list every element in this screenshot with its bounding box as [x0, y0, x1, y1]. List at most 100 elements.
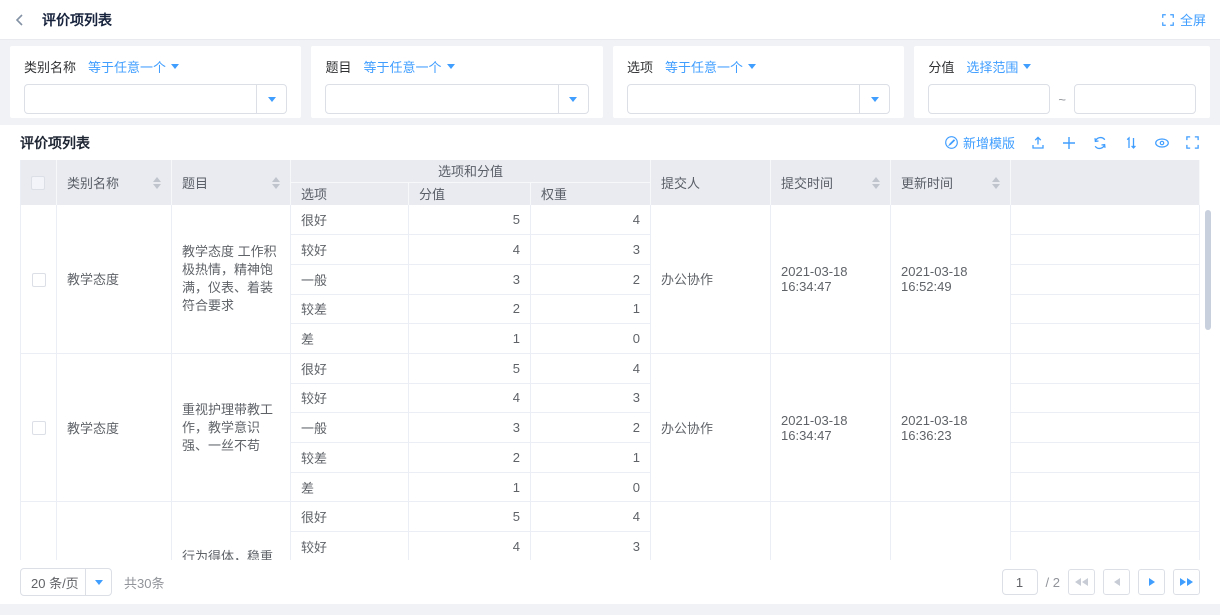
sort-icon[interactable]: [272, 177, 280, 189]
submitter-cell: [651, 502, 771, 560]
header-update-time[interactable]: 更新时间: [891, 160, 1011, 205]
weight-cell: 1: [531, 443, 651, 473]
empty-cell: [1011, 443, 1200, 473]
last-page-button[interactable]: [1173, 569, 1200, 595]
empty-cell: [1011, 294, 1200, 324]
row-checkbox[interactable]: [32, 273, 46, 287]
option-cell: 较差: [291, 443, 409, 473]
empty-cell: [1011, 264, 1200, 294]
filter-card-score: 分值 选择范围 ~: [914, 46, 1210, 118]
header-option: 选项: [291, 182, 409, 205]
prev-page-button[interactable]: [1103, 569, 1130, 595]
weight-cell: 4: [531, 502, 651, 532]
filter-label: 选项: [627, 57, 653, 76]
filter-operator-dropdown[interactable]: 选择范围: [966, 57, 1031, 76]
option-cell: 一般: [291, 413, 409, 443]
empty-cell: [1011, 383, 1200, 413]
header-options-group: 选项和分值: [291, 160, 651, 182]
upload-icon[interactable]: [1030, 135, 1046, 151]
fullscreen-button[interactable]: 全屏: [1161, 10, 1206, 29]
weight-cell: 4: [531, 205, 651, 235]
score-cell: 3: [409, 264, 531, 294]
header-checkbox-cell: [21, 160, 57, 205]
weight-cell: 3: [531, 532, 651, 560]
option-cell: 很好: [291, 205, 409, 235]
select-all-checkbox[interactable]: [31, 176, 45, 190]
empty-cell: [1011, 235, 1200, 265]
filter-card-question: 题目 等于任意一个: [311, 46, 602, 118]
page-size-select[interactable]: 20 条/页: [20, 568, 112, 596]
visibility-icon[interactable]: [1154, 135, 1170, 151]
fullscreen-icon: [1161, 13, 1175, 27]
new-template-button[interactable]: 新增模版: [944, 133, 1015, 152]
table-row: 教学态度 教学态度 工作积极热情，精神饱满，仪表、着装符合要求 很好 5 4 办…: [21, 205, 1200, 235]
score-cell: 3: [409, 413, 531, 443]
score-cell: 1: [409, 324, 531, 354]
option-cell: 差: [291, 324, 409, 354]
update-time-cell: 2021-03-18 16:36:23: [891, 353, 1011, 501]
score-max-input[interactable]: [1074, 84, 1196, 114]
row-checkbox[interactable]: [32, 421, 46, 435]
header-submitter: 提交人: [651, 160, 771, 205]
score-cell: 4: [409, 383, 531, 413]
empty-cell: [1011, 353, 1200, 383]
question-cell: 行为得体，稳重大: [172, 502, 291, 560]
pagination-bar: 20 条/页 共30条 / 2: [20, 560, 1200, 604]
refresh-icon[interactable]: [1092, 135, 1108, 151]
option-cell: 较好: [291, 235, 409, 265]
page-number-input[interactable]: [1002, 569, 1038, 595]
back-chevron-icon: [12, 12, 28, 28]
chevron-down-icon: [748, 64, 756, 69]
sort-icon[interactable]: [992, 177, 1000, 189]
sort-icon[interactable]: [872, 177, 880, 189]
score-min-input[interactable]: [928, 84, 1050, 114]
weight-cell: 0: [531, 324, 651, 354]
weight-cell: 1: [531, 294, 651, 324]
question-filter-select[interactable]: [325, 84, 588, 114]
header-category[interactable]: 类别名称: [57, 160, 172, 205]
fullscreen-label: 全屏: [1180, 10, 1206, 29]
update-time-cell: 2021-03-18 16:52:49: [891, 205, 1011, 353]
chevron-down-icon: [447, 64, 455, 69]
update-time-cell: [891, 502, 1011, 560]
category-cell: 教学态度: [57, 353, 172, 501]
chevron-down-icon: [95, 580, 103, 585]
page-title: 评价项列表: [42, 10, 112, 30]
table-row: 行为得体，稳重大 很好 5 4: [21, 502, 1200, 532]
header-score: 分值: [409, 182, 531, 205]
submitter-cell: 办公协作: [651, 205, 771, 353]
filter-bar: 类别名称 等于任意一个 题目 等于任意一个 选项 等于任意一个: [0, 40, 1220, 125]
filter-label: 分值: [928, 57, 954, 76]
first-page-button[interactable]: [1068, 569, 1095, 595]
next-page-button[interactable]: [1138, 569, 1165, 595]
add-icon[interactable]: [1061, 135, 1077, 151]
filter-operator-dropdown[interactable]: 等于任意一个: [665, 57, 756, 76]
sort-icon[interactable]: [153, 177, 161, 189]
filter-operator-dropdown[interactable]: 等于任意一个: [363, 57, 454, 76]
table-viewport: 类别名称 题目 选项和分值 提交人 提交时间 更新时间: [20, 160, 1200, 560]
topbar: 评价项列表 全屏: [0, 0, 1220, 40]
question-cell: 重视护理带教工作，教学意识强、一丝不苟: [172, 353, 291, 501]
numeric-sort-icon[interactable]: [1123, 135, 1139, 151]
header-submit-time[interactable]: 提交时间: [771, 160, 891, 205]
chevron-down-icon: [268, 97, 276, 102]
option-cell: 很好: [291, 353, 409, 383]
header-question[interactable]: 题目: [172, 160, 291, 205]
question-cell: 教学态度 工作积极热情，精神饱满，仪表、着装符合要求: [172, 205, 291, 353]
category-cell: 教学态度: [57, 205, 172, 353]
filter-operator-dropdown[interactable]: 等于任意一个: [88, 57, 179, 76]
weight-cell: 2: [531, 413, 651, 443]
table-row: 教学态度 重视护理带教工作，教学意识强、一丝不苟 很好 5 4 办公协作 202…: [21, 353, 1200, 383]
weight-cell: 4: [531, 353, 651, 383]
option-filter-select[interactable]: [627, 84, 890, 114]
category-filter-select[interactable]: [24, 84, 287, 114]
weight-cell: 3: [531, 235, 651, 265]
chevron-down-icon: [1023, 64, 1031, 69]
filter-label: 题目: [325, 57, 351, 76]
vertical-scrollbar-thumb[interactable]: [1205, 210, 1211, 330]
back-button[interactable]: [10, 10, 30, 30]
total-pages: / 2: [1046, 575, 1060, 590]
table-fullscreen-icon[interactable]: [1185, 135, 1200, 150]
evaluation-table: 类别名称 题目 选项和分值 提交人 提交时间 更新时间: [20, 160, 1200, 560]
edit-template-icon: [944, 135, 959, 150]
